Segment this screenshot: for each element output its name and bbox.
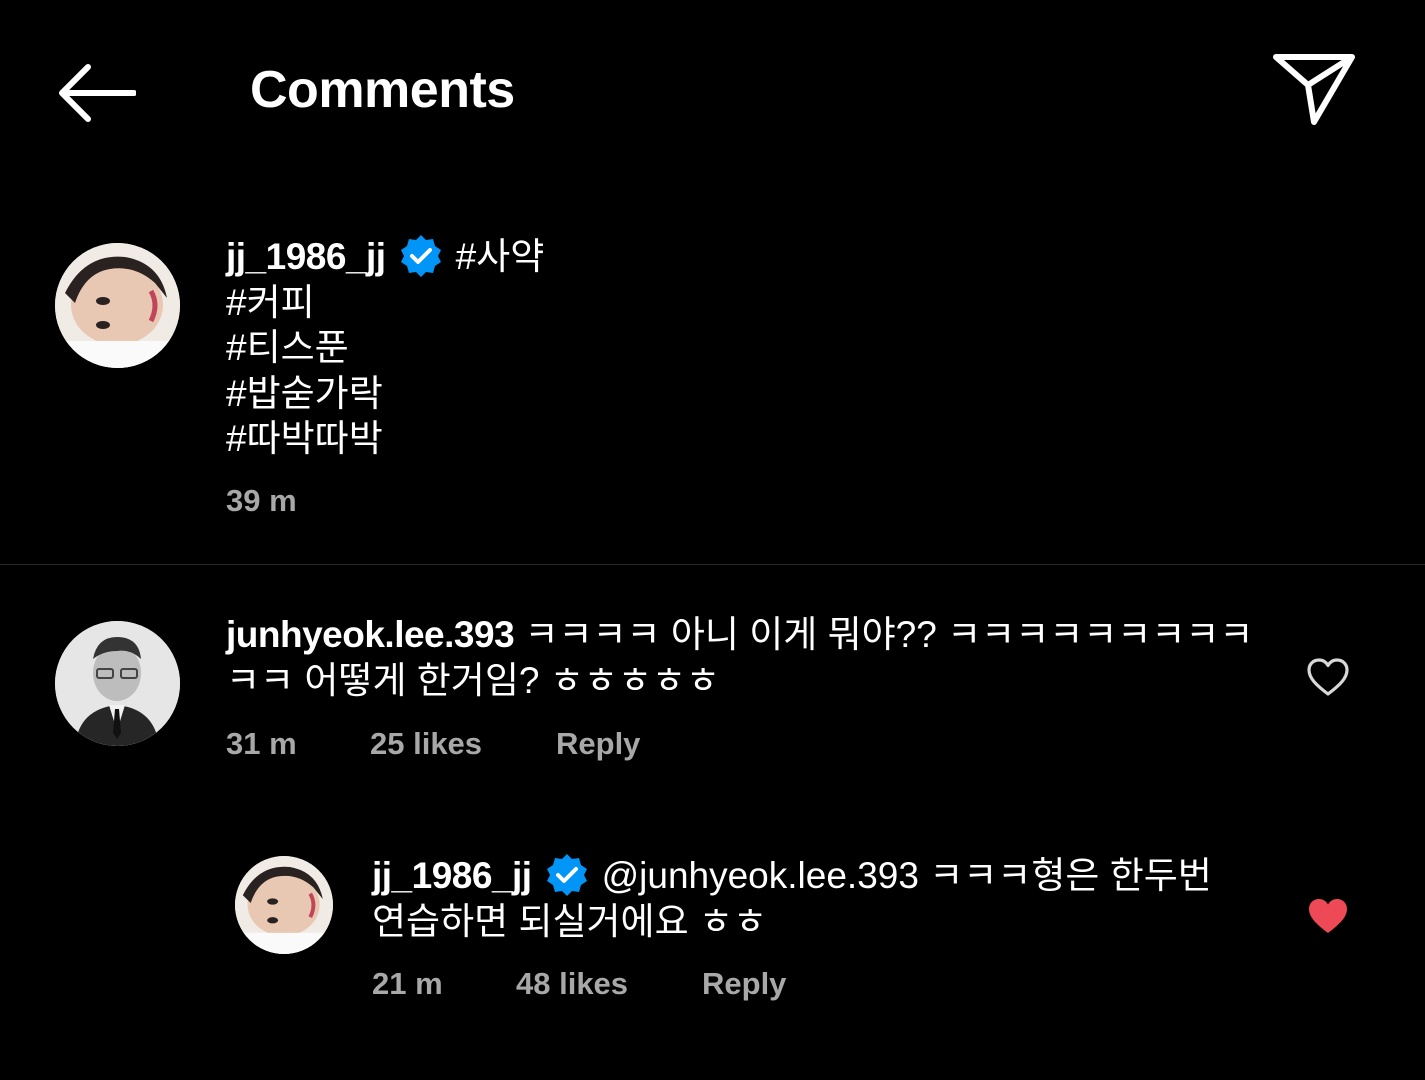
- avatar-photo: [55, 243, 180, 368]
- heart-outline-icon: [1307, 658, 1349, 696]
- comment-item: junhyeok.lee.393 ㅋㅋㅋㅋ 아니 이게 뭐야?? ㅋㅋㅋㅋㅋㅋㅋ…: [0, 612, 1425, 782]
- comment-username[interactable]: jj_1986_jj: [372, 855, 532, 896]
- arrow-left-icon: [59, 64, 137, 122]
- caption-timestamp: 39 m: [226, 483, 297, 518]
- verified-badge-icon: [400, 235, 441, 277]
- like-button[interactable]: [1306, 896, 1350, 936]
- avatar[interactable]: [55, 621, 180, 746]
- paper-plane-icon: [1273, 54, 1355, 125]
- caption-line[interactable]: #밥숟가락: [226, 371, 544, 417]
- page-title: Comments: [250, 61, 515, 119]
- caption-line[interactable]: #티스푼: [226, 325, 544, 371]
- comment-username[interactable]: junhyeok.lee.393: [226, 614, 515, 655]
- reply-comment-item: jj_1986_jj @junhyeok.lee.393 ㅋㅋㅋ형은 한두번 연…: [0, 852, 1425, 1022]
- caption-text: jj_1986_jj #사약 #커피 #티스푼 #밥숟가락 #따박따박: [226, 233, 544, 462]
- comment-timestamp: 21 m: [372, 966, 443, 1001]
- top-bar: Comments: [0, 0, 1425, 180]
- comment-body: jj_1986_jj @junhyeok.lee.393 ㅋㅋㅋ형은 한두번 연…: [372, 852, 1252, 944]
- reply-button[interactable]: Reply: [702, 966, 786, 1002]
- likes-count[interactable]: 48 likes: [516, 966, 628, 1002]
- likes-count[interactable]: 25 likes: [370, 726, 482, 762]
- divider: [0, 564, 1425, 565]
- avatar-photo: [235, 856, 333, 954]
- comment-body: junhyeok.lee.393 ㅋㅋㅋㅋ 아니 이게 뭐야?? ㅋㅋㅋㅋㅋㅋㅋ…: [226, 612, 1276, 703]
- avatar-photo: [55, 621, 180, 746]
- comment-timestamp: 31 m: [226, 726, 297, 761]
- caption-line[interactable]: #커피: [226, 280, 544, 326]
- heart-filled-icon: [1309, 899, 1347, 933]
- caption-username[interactable]: jj_1986_jj: [226, 236, 386, 277]
- avatar[interactable]: [55, 243, 180, 368]
- share-button[interactable]: [1272, 52, 1356, 128]
- caption-line[interactable]: #사약: [456, 236, 545, 277]
- post-caption: jj_1986_jj #사약 #커피 #티스푼 #밥숟가락 #따박따박 39 m: [0, 225, 1425, 565]
- avatar[interactable]: [235, 856, 333, 954]
- reply-button[interactable]: Reply: [556, 726, 640, 762]
- caption-line[interactable]: #따박따박: [226, 416, 544, 462]
- like-button[interactable]: [1306, 657, 1350, 697]
- verified-badge-icon: [546, 854, 587, 896]
- back-button[interactable]: [56, 62, 137, 124]
